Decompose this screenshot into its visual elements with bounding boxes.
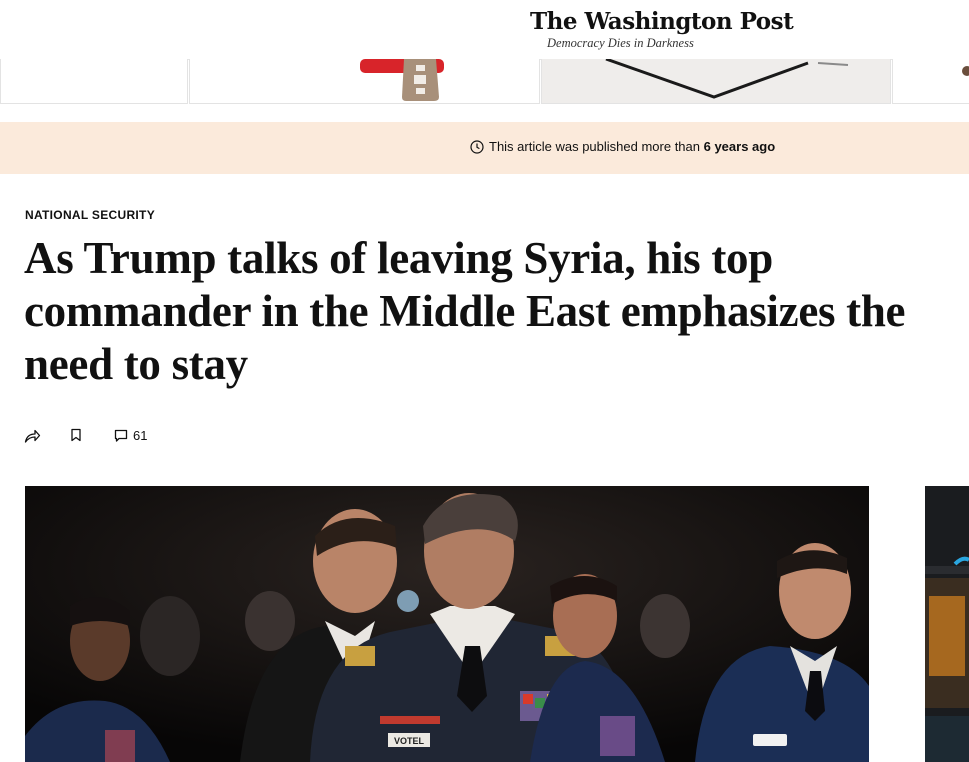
clock-icon — [470, 139, 484, 154]
ad-tile[interactable] — [0, 59, 188, 104]
comment-icon — [114, 429, 128, 442]
name-tag: VOTEL — [394, 736, 425, 746]
masthead: The Washington Post Democracy Dies in Da… — [0, 0, 969, 60]
ad-product-image — [360, 59, 444, 101]
ad-tile[interactable] — [541, 59, 891, 104]
comments-button[interactable]: 61 — [114, 428, 147, 443]
lead-photo[interactable]: VOTEL — [25, 486, 869, 762]
archive-notice-banner: This article was published more than 6 y… — [0, 122, 969, 174]
archive-notice: This article was published more than 6 y… — [470, 139, 775, 154]
site-logo[interactable]: The Washington Post — [530, 8, 794, 35]
side-promo-graphic — [925, 486, 969, 762]
share-icon — [24, 429, 41, 443]
archive-notice-age: 6 years ago — [703, 139, 776, 154]
ad-product-image — [962, 66, 969, 76]
comment-count: 61 — [133, 428, 148, 443]
section-kicker[interactable]: NATIONAL SECURITY — [25, 208, 155, 222]
lead-photo-image: VOTEL — [25, 486, 869, 762]
save-button[interactable] — [70, 428, 82, 442]
ad-product-image — [605, 59, 849, 99]
archive-notice-text: This article was published more than — [489, 139, 704, 154]
ad-carousel-strip — [0, 59, 969, 104]
ad-tile[interactable] — [892, 59, 969, 104]
side-promo-image[interactable] — [925, 486, 969, 762]
share-button[interactable] — [24, 428, 41, 444]
ad-tile[interactable] — [189, 59, 540, 104]
article-headline: As Trump talks of leaving Syria, his top… — [24, 233, 906, 389]
bookmark-icon — [71, 428, 81, 442]
site-tagline: Democracy Dies in Darkness — [547, 36, 694, 50]
